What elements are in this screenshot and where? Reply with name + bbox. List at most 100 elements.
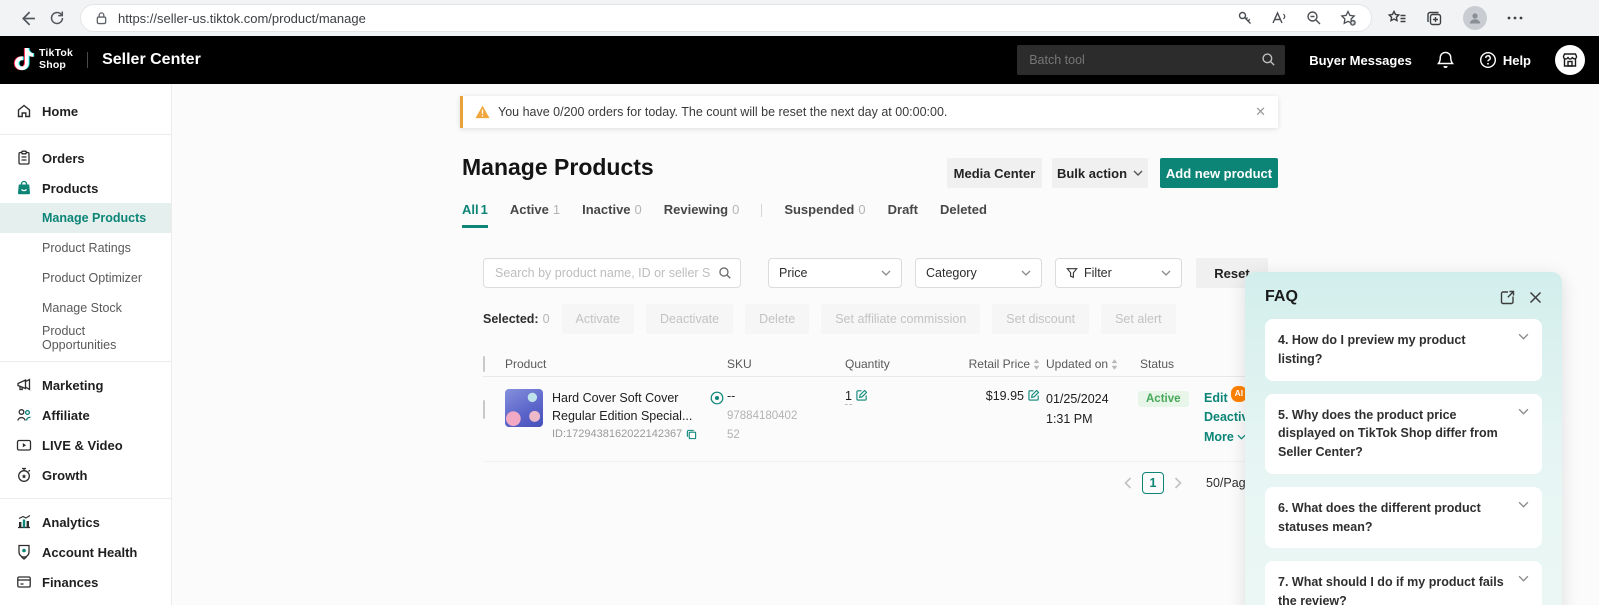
column-product: Product	[505, 357, 547, 371]
chevron-down-icon	[1133, 170, 1143, 176]
account-health-badge-icon	[16, 544, 32, 560]
product-search-input[interactable]	[483, 258, 741, 288]
search-icon[interactable]	[1261, 52, 1276, 67]
add-new-product-button[interactable]: Add new product	[1160, 158, 1278, 188]
products-bag-icon	[16, 180, 32, 196]
address-bar[interactable]: https://seller-us.tiktok.com/product/man…	[80, 4, 1372, 32]
banner-close-icon[interactable]: ✕	[1255, 104, 1266, 120]
browser-back-icon[interactable]	[12, 3, 42, 33]
media-center-button[interactable]: Media Center	[947, 158, 1042, 188]
updated-date: 01/25/2024	[1046, 392, 1109, 406]
search-icon[interactable]	[718, 266, 732, 280]
sidebar-item-product-ratings[interactable]: Product Ratings	[0, 233, 171, 263]
preview-eye-icon[interactable]	[710, 391, 724, 425]
product-thumbnail[interactable]	[505, 389, 543, 427]
zoom-out-icon[interactable]	[1306, 10, 1322, 26]
tab-all[interactable]: All 1	[462, 202, 488, 228]
header-divider	[87, 52, 89, 68]
delete-button[interactable]: Delete	[745, 304, 810, 334]
collections-icon[interactable]	[1388, 10, 1406, 26]
sidebar-item-product-optimizer[interactable]: Product Optimizer	[0, 263, 171, 293]
set-discount-button[interactable]: Set discount	[992, 304, 1090, 334]
faq-close-icon[interactable]	[1529, 291, 1542, 304]
sidebar-item-affiliate[interactable]: Affiliate	[0, 400, 171, 430]
url-text[interactable]: https://seller-us.tiktok.com/product/man…	[118, 11, 366, 26]
tab-active[interactable]: Active 1	[510, 202, 560, 225]
banner-message: You have 0/200 orders for today. The cou…	[498, 105, 948, 119]
help-button[interactable]: Help	[1479, 51, 1531, 69]
bulk-action-button[interactable]: Bulk action	[1052, 158, 1148, 188]
sidebar-item-manage-products[interactable]: Manage Products	[0, 203, 171, 233]
column-updated-on[interactable]: Updated on	[1040, 357, 1132, 371]
deactivate-button[interactable]: Deactivate	[646, 304, 734, 334]
prev-page-icon[interactable]	[1124, 477, 1132, 489]
copy-icon[interactable]	[686, 429, 697, 440]
price-filter-dropdown[interactable]: Price	[768, 258, 902, 288]
sidebar-item-orders[interactable]: Orders	[0, 143, 171, 173]
sidebar-item-home[interactable]: Home	[0, 96, 171, 126]
set-affiliate-commission-button[interactable]: Set affiliate commission	[821, 304, 981, 334]
password-key-icon[interactable]	[1237, 10, 1253, 26]
sidebar-item-growth[interactable]: Growth	[0, 460, 171, 490]
updated-time: 1:31 PM	[1046, 412, 1093, 426]
product-name[interactable]: Hard Cover Soft Cover Regular Edition Sp…	[552, 389, 704, 425]
set-alert-button[interactable]: Set alert	[1101, 304, 1176, 334]
sidebar-item-products[interactable]: Products	[0, 173, 171, 203]
sku-line3: 52	[727, 429, 740, 441]
sidebar-item-manage-stock[interactable]: Manage Stock	[0, 293, 171, 323]
help-label: Help	[1502, 52, 1531, 68]
faq-item[interactable]: 4. How do I preview my product listing?	[1265, 319, 1542, 381]
affiliate-people-icon	[16, 407, 32, 423]
batch-tool-search[interactable]	[1017, 45, 1286, 75]
row-checkbox[interactable]	[483, 400, 485, 419]
page-number[interactable]: 1	[1142, 472, 1164, 494]
favorites-star-icon[interactable]	[1340, 9, 1357, 27]
faq-item[interactable]: 6. What does the different product statu…	[1265, 486, 1542, 549]
tab-duplicate-icon[interactable]	[1426, 10, 1443, 27]
sidebar-item-account-health[interactable]: Account Health	[0, 537, 171, 567]
faq-panel: FAQ 4. How do I preview my product listi…	[1245, 272, 1562, 605]
pagination: 1 50/Page	[1124, 472, 1253, 494]
quantity-value[interactable]: 1	[845, 389, 852, 405]
tab-inactive[interactable]: Inactive 0	[582, 202, 642, 225]
activate-button[interactable]: Activate	[561, 304, 635, 334]
sku-value: --	[727, 389, 736, 403]
tab-suspended[interactable]: Suspended 0	[784, 202, 865, 225]
buyer-messages-button[interactable]: Buyer Messages	[1309, 53, 1412, 68]
read-aloud-icon[interactable]	[1271, 10, 1288, 26]
sidebar-item-finances[interactable]: Finances	[0, 567, 171, 597]
sidebar-item-analytics[interactable]: Analytics	[0, 507, 171, 537]
tab-reviewing[interactable]: Reviewing 0	[664, 202, 740, 225]
edit-price-icon[interactable]	[1028, 389, 1040, 403]
next-page-icon[interactable]	[1174, 477, 1182, 489]
filter-dropdown[interactable]: Filter	[1055, 258, 1182, 288]
browser-refresh-icon[interactable]	[42, 3, 72, 33]
sidebar: Home Orders Products Manage Products Pro…	[0, 84, 172, 605]
tab-deleted[interactable]: Deleted	[940, 202, 987, 225]
bulk-selection-bar: Selected: 0 Activate Deactivate Delete S…	[483, 304, 1176, 334]
batch-tool-input[interactable]	[1017, 45, 1286, 75]
seller-center-title: Seller Center	[102, 51, 201, 68]
open-in-new-icon[interactable]	[1500, 290, 1515, 305]
lock-icon[interactable]	[95, 11, 108, 25]
sidebar-item-product-opportunities[interactable]: Product Opportunities	[0, 323, 171, 353]
faq-item[interactable]: 7. What should I do if my product fails …	[1265, 561, 1542, 605]
edit-quantity-icon[interactable]	[856, 389, 868, 401]
tab-draft[interactable]: Draft	[888, 202, 918, 225]
category-filter-dropdown[interactable]: Category	[915, 258, 1042, 288]
store-icon[interactable]	[1555, 45, 1585, 75]
sidebar-item-live-video[interactable]: LIVE & Video	[0, 430, 171, 460]
select-all-checkbox[interactable]	[483, 356, 485, 372]
sku-line2: 97884180402	[727, 410, 798, 422]
product-id[interactable]: ID:1729438162022142367	[552, 428, 682, 440]
page-title: Manage Products	[462, 154, 654, 180]
chevron-down-icon	[1518, 501, 1529, 508]
sort-icon	[1033, 358, 1040, 370]
browser-menu-icon[interactable]	[1507, 16, 1523, 20]
sidebar-item-marketing[interactable]: Marketing	[0, 370, 171, 400]
faq-item[interactable]: 5. Why does the product price displayed …	[1265, 393, 1542, 474]
browser-profile-avatar[interactable]	[1463, 6, 1487, 30]
notifications-bell-icon[interactable]	[1436, 50, 1455, 70]
column-quantity: Quantity	[845, 357, 890, 371]
column-retail-price[interactable]: Retail Price	[940, 357, 1040, 371]
